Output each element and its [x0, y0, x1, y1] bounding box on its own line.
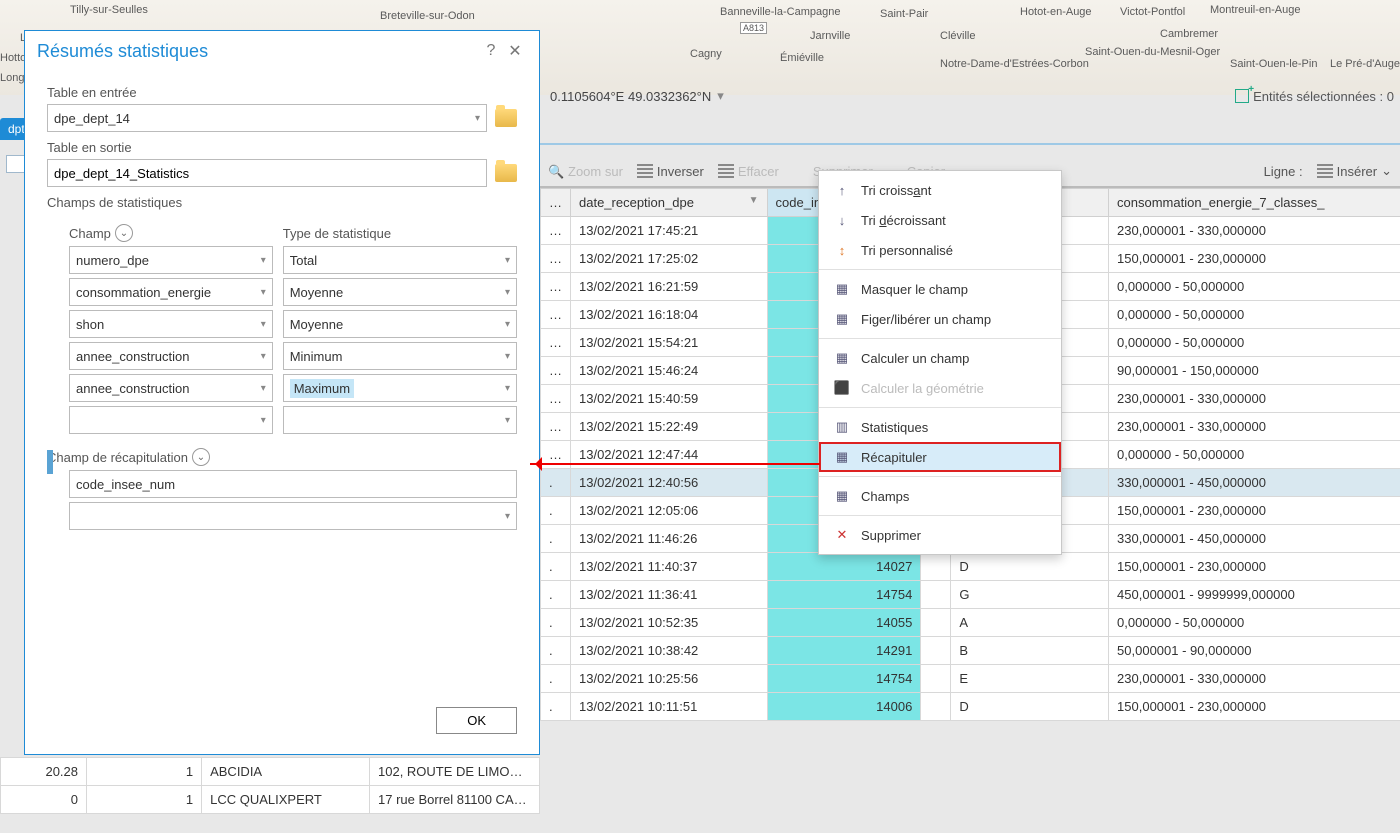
ctx-item-figer-lib-rer-un-champ[interactable]: ▦Figer/libérer un champ	[819, 304, 1061, 334]
output-table-field[interactable]	[47, 159, 487, 187]
champ-select-4[interactable]: annee_construction▾	[69, 374, 273, 402]
map-place: Jarnville	[810, 30, 850, 42]
stats-fields-label: Champs de statistiques	[47, 195, 517, 210]
switch-selection-button[interactable]: Inverser	[637, 164, 704, 179]
ctx-item-statistiques[interactable]: ▥Statistiques	[819, 412, 1061, 442]
chevron-down-icon: ▾	[475, 113, 480, 124]
ctx-item-r-capituler[interactable]: ▦Récapituler	[819, 442, 1061, 472]
champ-select-5[interactable]: ▾	[69, 406, 273, 434]
insert-icon	[1317, 164, 1333, 178]
selection-count[interactable]: Entités sélectionnées : 0	[1235, 89, 1394, 104]
switch-icon	[637, 164, 653, 178]
ok-button[interactable]: OK	[436, 707, 517, 734]
ctx-item-masquer-le-champ[interactable]: ▦Masquer le champ	[819, 274, 1061, 304]
expand-icon[interactable]: ⌄	[115, 224, 133, 242]
close-button[interactable]: ✕	[503, 39, 527, 63]
case-field-1[interactable]: ▾	[69, 502, 517, 530]
ctx-item-champs[interactable]: ▦Champs	[819, 481, 1061, 511]
table-row: 20.28 1 ABCIDIA 102, ROUTE DE LIMOU…	[1, 758, 540, 786]
divider	[540, 143, 1400, 145]
delete-icon	[793, 164, 809, 178]
browse-folder-icon[interactable]	[495, 109, 517, 127]
ligne-label: Ligne :	[1264, 164, 1303, 179]
ctx-item-tri-d-croissant[interactable]: ↓Tri décroissant	[819, 205, 1061, 235]
ctx-item-tri-croissant[interactable]: ↑Tri croissant	[819, 175, 1061, 205]
coords-caret-icon[interactable]: ▾	[717, 88, 724, 104]
type-select-3[interactable]: Minimum▾	[283, 342, 517, 370]
sort-desc-icon: ▼	[749, 195, 759, 206]
type-header: Type de statistique	[283, 226, 391, 241]
map-place: Banneville-la-Campagne	[720, 6, 840, 18]
ctx-item-calculer-un-champ[interactable]: ▦Calculer un champ	[819, 343, 1061, 373]
insert-button[interactable]: Insérer ⌄	[1317, 163, 1392, 179]
ctx-item-calculer-la-g-om-trie: ⬛Calculer la géométrie	[819, 373, 1061, 403]
champ-select-2[interactable]: shon▾	[69, 310, 273, 338]
map-place: Saint-Pair	[880, 8, 928, 20]
zoom-to-button[interactable]: 🔍Zoom sur	[548, 164, 623, 179]
input-table-field[interactable]: dpe_dept_14▾	[47, 104, 487, 132]
table-row[interactable]: .13/02/2021 10:25:5614754E230,000001 - 3…	[541, 665, 1400, 693]
map-place: Émiéville	[780, 52, 824, 64]
type-select-4[interactable]: Maximum▾	[283, 374, 517, 402]
dialog-title: Résumés statistiques	[37, 41, 479, 62]
panel-icon[interactable]	[6, 155, 26, 173]
map-place: Breteville-sur-Odon	[380, 10, 475, 22]
table-row[interactable]: .13/02/2021 10:52:3514055A0,000000 - 50,…	[541, 609, 1400, 637]
column-header[interactable]: …	[541, 189, 571, 217]
map-road-badge: A813	[740, 22, 767, 34]
row-handle[interactable]	[47, 450, 53, 474]
annotation-arrow	[530, 463, 820, 465]
coordinates-bar: 0.1105604°E 49.0332362°N ▾ Entités sélec…	[550, 85, 1400, 107]
summary-statistics-dialog: Résumés statistiques ? ✕ Table en entrée…	[24, 30, 540, 755]
output-table-label: Table en sortie	[47, 140, 517, 155]
map-place: Saint-Ouen-le-Pin	[1230, 58, 1317, 70]
table-row[interactable]: .13/02/2021 11:36:4114754G450,000001 - 9…	[541, 581, 1400, 609]
type-select-0[interactable]: Total▾	[283, 246, 517, 274]
column-context-menu: ↑Tri croissant↓Tri décroissant↕Tri perso…	[818, 170, 1062, 555]
selection-icon	[1235, 89, 1249, 103]
table-row[interactable]: .13/02/2021 11:40:3714027D150,000001 - 2…	[541, 553, 1400, 581]
champ-select-3[interactable]: annee_construction▾	[69, 342, 273, 370]
champ-header: Champ	[69, 226, 111, 241]
map-place: Cambremer	[1160, 28, 1218, 40]
chevron-down-icon: ⌄	[1381, 163, 1392, 179]
input-table-label: Table en entrée	[47, 85, 517, 100]
column-header-date[interactable]: date_reception_dpe▼	[571, 189, 768, 217]
clear-icon	[718, 164, 734, 178]
champ-select-1[interactable]: consommation_energie▾	[69, 278, 273, 306]
help-button[interactable]: ?	[479, 39, 503, 63]
map-place: Cléville	[940, 30, 975, 42]
ctx-item-supprimer[interactable]: ✕Supprimer	[819, 520, 1061, 550]
case-field-label: Champ de récapitulation	[47, 450, 188, 465]
type-select-1[interactable]: Moyenne▾	[283, 278, 517, 306]
type-select-5[interactable]: ▾	[283, 406, 517, 434]
clear-button[interactable]: Effacer	[718, 164, 779, 179]
map-place: Tilly-sur-Seulles	[70, 4, 148, 16]
table-rows-under-dialog: 20.28 1 ABCIDIA 102, ROUTE DE LIMOU… 0 1…	[0, 757, 540, 814]
table-row[interactable]: .13/02/2021 10:38:4214291B50,000001 - 90…	[541, 637, 1400, 665]
ctx-item-tri-personnalis-[interactable]: ↕Tri personnalisé	[819, 235, 1061, 265]
zoom-icon: 🔍	[548, 164, 564, 178]
map-place: Victot-Pontfol	[1120, 6, 1185, 18]
browse-folder-icon[interactable]	[495, 164, 517, 182]
coords-text: 0.1105604°E 49.0332362°N	[550, 89, 711, 104]
champ-select-0[interactable]: numero_dpe▾	[69, 246, 273, 274]
map-place: Notre-Dame-d'Estrées-Corbon	[940, 58, 1089, 70]
type-select-2[interactable]: Moyenne▾	[283, 310, 517, 338]
chevron-down-icon: ▾	[505, 511, 510, 522]
table-row[interactable]: .13/02/2021 10:11:5114006D150,000001 - 2…	[541, 693, 1400, 721]
expand-icon[interactable]: ⌄	[192, 448, 210, 466]
map-place: Montreuil-en-Auge	[1210, 4, 1301, 16]
map-place: Le Pré-d'Auge	[1330, 58, 1400, 70]
map-place: Saint-Ouen-du-Mesnil-Oger	[1085, 46, 1220, 58]
table-row: 0 1 LCC QUALIXPERT 17 rue Borrel 81100 C…	[1, 786, 540, 814]
case-field-0[interactable]: code_insee_num	[69, 470, 517, 498]
column-header-conso-range[interactable]: consommation_energie_7_classes_	[1109, 189, 1400, 217]
map-place: Cagny	[690, 48, 722, 60]
map-place: Hotot-en-Auge	[1020, 6, 1092, 18]
